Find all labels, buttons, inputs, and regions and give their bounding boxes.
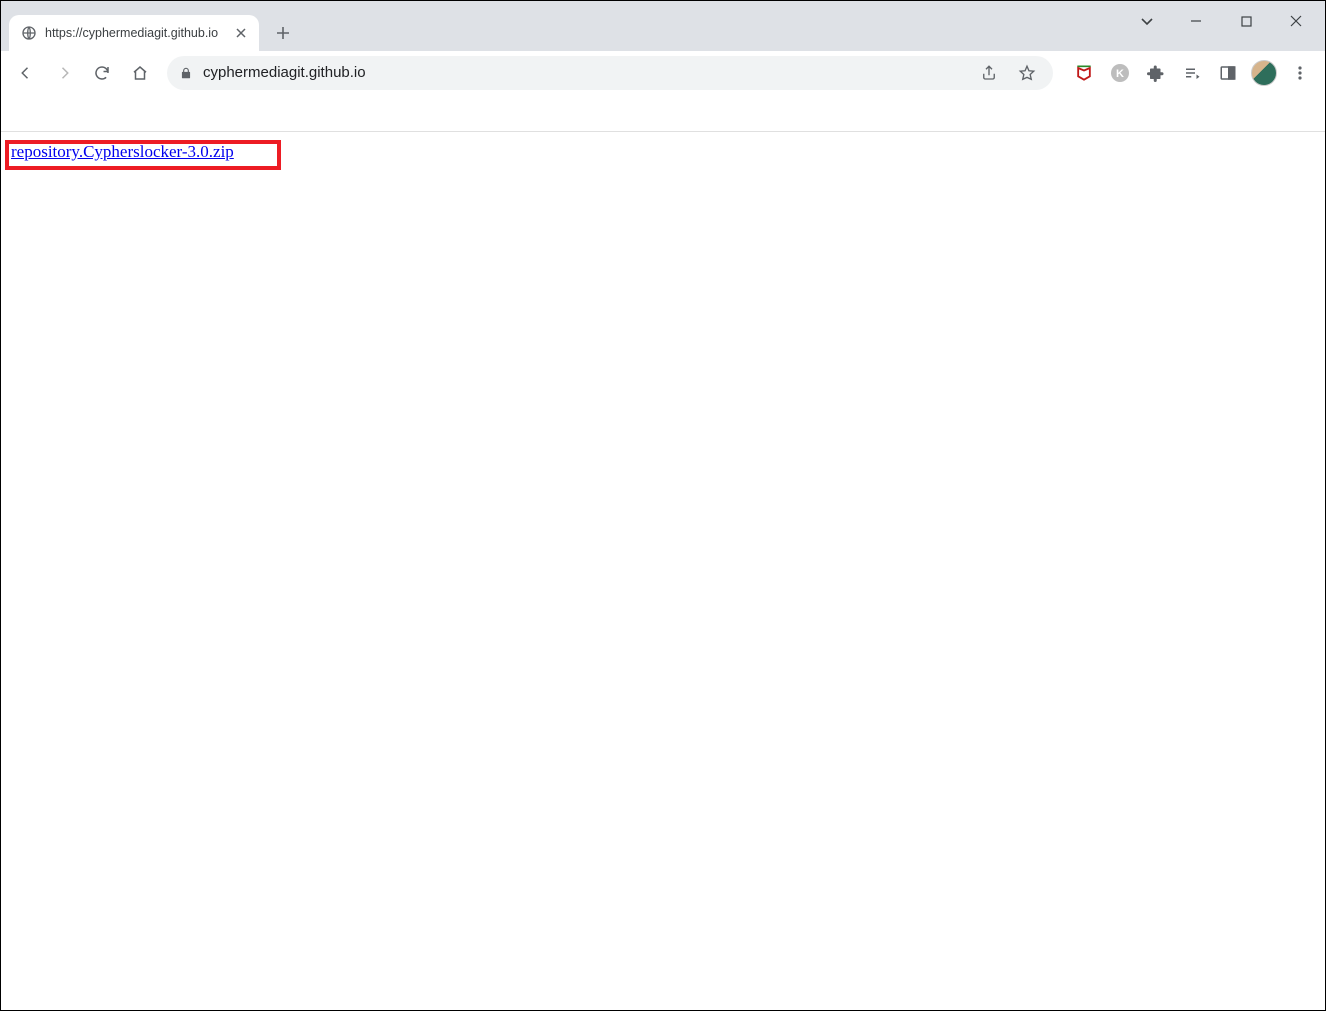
close-tab-button[interactable] xyxy=(233,25,249,41)
browser-tab[interactable]: https://cyphermediagit.github.io xyxy=(9,15,259,51)
browser-tab-strip: https://cyphermediagit.github.io xyxy=(1,1,1325,51)
lock-icon[interactable] xyxy=(179,66,193,80)
share-icon[interactable] xyxy=(975,59,1003,87)
svg-text:K: K xyxy=(1116,68,1124,80)
back-button[interactable] xyxy=(9,56,43,90)
extensions-puzzle-icon[interactable] xyxy=(1139,56,1173,90)
extensions-area: K xyxy=(1063,56,1317,90)
address-bar[interactable]: cyphermediagit.github.io xyxy=(167,56,1053,90)
profile-avatar[interactable] xyxy=(1247,56,1281,90)
new-tab-button[interactable] xyxy=(269,19,297,47)
chrome-menu-button[interactable] xyxy=(1283,56,1317,90)
avatar-image xyxy=(1251,60,1277,86)
browser-toolbar: cyphermediagit.github.io K xyxy=(1,51,1325,95)
url-text[interactable]: cyphermediagit.github.io xyxy=(203,64,965,81)
side-panel-icon[interactable] xyxy=(1211,56,1245,90)
reload-button[interactable] xyxy=(85,56,119,90)
mcafee-extension-icon[interactable] xyxy=(1067,56,1101,90)
page-content: repository.Cypherslocker-3.0.zip xyxy=(1,132,1325,172)
maximize-button[interactable] xyxy=(1223,5,1269,37)
tab-search-button[interactable] xyxy=(1131,5,1163,37)
close-window-button[interactable] xyxy=(1273,5,1319,37)
repository-download-link[interactable]: repository.Cypherslocker-3.0.zip xyxy=(11,142,234,161)
bookmark-star-icon[interactable] xyxy=(1013,59,1041,87)
forward-button[interactable] xyxy=(47,56,81,90)
tab-title: https://cyphermediagit.github.io xyxy=(45,26,225,40)
home-button[interactable] xyxy=(123,56,157,90)
k-extension-icon[interactable]: K xyxy=(1103,56,1137,90)
window-controls xyxy=(1131,1,1319,41)
globe-icon xyxy=(21,25,37,41)
media-control-icon[interactable] xyxy=(1175,56,1209,90)
minimize-button[interactable] xyxy=(1173,5,1219,37)
